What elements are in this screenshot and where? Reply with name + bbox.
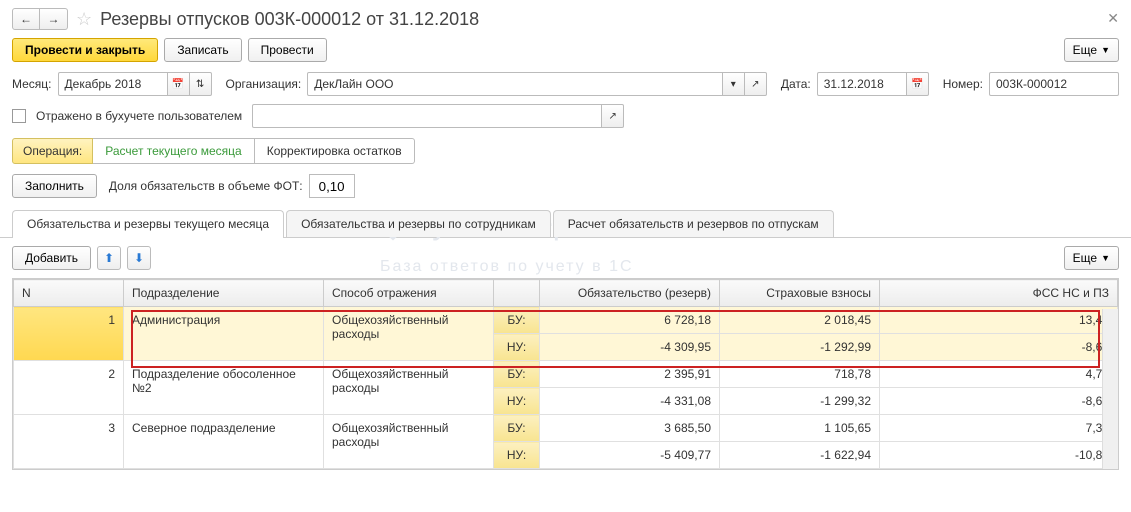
date-label: Дата: [781, 77, 811, 91]
number-field[interactable]: 003К-000012 [989, 72, 1119, 96]
date-field[interactable]: 31.12.2018 [817, 72, 907, 96]
fill-button[interactable]: Заполнить [12, 174, 97, 198]
open-icon[interactable]: ↗ [745, 72, 767, 96]
cell-dept: Северное подразделение [124, 415, 324, 469]
month-step-button[interactable]: ⇅ [190, 72, 212, 96]
cell-type-bu: БУ: [494, 307, 540, 334]
col-obligation[interactable]: Обязательство (резерв) [540, 280, 720, 307]
move-up-button[interactable]: ⬆ [97, 246, 121, 270]
month-label: Месяц: [12, 77, 52, 91]
favorite-icon[interactable]: ☆ [76, 9, 92, 30]
share-input[interactable] [309, 174, 355, 198]
cell-fss-bu: 4,79 [880, 361, 1118, 388]
calendar-icon[interactable]: 📅 [168, 72, 190, 96]
operation-label: Операция: [12, 138, 93, 164]
cell-obl-bu: 2 395,91 [540, 361, 720, 388]
calendar-icon[interactable]: 📅 [907, 72, 929, 96]
data-table: N Подразделение Способ отражения Обязате… [12, 278, 1119, 470]
cell-type-nu: НУ: [494, 388, 540, 415]
cell-fss-nu: -8,64 [880, 334, 1118, 361]
cell-dept: Подразделение обосоленное №2 [124, 361, 324, 415]
move-down-button[interactable]: ⬇ [127, 246, 151, 270]
cell-type-bu: БУ: [494, 361, 540, 388]
dropdown-icon[interactable]: ▾ [723, 72, 745, 96]
cell-n: 1 [14, 307, 124, 361]
cell-method: Общехозяйственный расходы [324, 307, 494, 361]
cell-obl-nu: -4 331,08 [540, 388, 720, 415]
month-field[interactable]: Декабрь 2018 [58, 72, 168, 96]
org-label: Организация: [226, 77, 302, 91]
number-label: Номер: [943, 77, 983, 91]
cell-con-nu: -1 622,94 [720, 442, 880, 469]
scrollbar[interactable] [1102, 309, 1118, 469]
cell-fss-bu: 13,46 [880, 307, 1118, 334]
cell-con-nu: -1 299,32 [720, 388, 880, 415]
cell-method: Общехозяйственный расходы [324, 415, 494, 469]
col-fss[interactable]: ФСС НС и ПЗ [880, 280, 1118, 307]
col-dept[interactable]: Подразделение [124, 280, 324, 307]
cell-n: 2 [14, 361, 124, 415]
tab-by-employees[interactable]: Обязательства и резервы по сотрудникам [286, 210, 551, 237]
organization-field[interactable]: ДекЛайн ООО [307, 72, 723, 96]
page-title: Резервы отпусков 003К-000012 от 31.12.20… [100, 9, 479, 30]
table-row[interactable]: 1 Администрация Общехозяйственный расход… [14, 307, 1118, 334]
cell-con-nu: -1 292,99 [720, 334, 880, 361]
cell-obl-bu: 6 728,18 [540, 307, 720, 334]
operation-tab-correction[interactable]: Корректировка остатков [255, 138, 415, 164]
col-n[interactable]: N [14, 280, 124, 307]
cell-n: 3 [14, 415, 124, 469]
cell-con-bu: 718,78 [720, 361, 880, 388]
cell-method: Общехозяйственный расходы [324, 361, 494, 415]
cell-obl-nu: -5 409,77 [540, 442, 720, 469]
cell-dept: Администрация [124, 307, 324, 361]
share-label: Доля обязательств в объеме ФОТ: [109, 179, 303, 193]
post-and-close-button[interactable]: Провести и закрыть [12, 38, 158, 62]
nav-forward-button[interactable]: → [40, 8, 68, 30]
cell-type-nu: НУ: [494, 442, 540, 469]
table-row[interactable]: 2 Подразделение обосоленное №2 Общехозяй… [14, 361, 1118, 388]
cell-fss-nu: -10,81 [880, 442, 1118, 469]
cell-fss-nu: -8,66 [880, 388, 1118, 415]
cell-type-bu: БУ: [494, 415, 540, 442]
cell-con-bu: 1 105,65 [720, 415, 880, 442]
cell-obl-bu: 3 685,50 [540, 415, 720, 442]
cell-fss-bu: 7,38 [880, 415, 1118, 442]
tab-calc-vacations[interactable]: Расчет обязательств и резервов по отпуск… [553, 210, 834, 237]
tab-current-month[interactable]: Обязательства и резервы текущего месяца [12, 210, 284, 237]
reflected-checkbox[interactable] [12, 109, 26, 123]
add-button[interactable]: Добавить [12, 246, 91, 270]
col-type[interactable] [494, 280, 540, 307]
cell-obl-nu: -4 309,95 [540, 334, 720, 361]
table-row[interactable]: 3 Северное подразделение Общехозяйственн… [14, 415, 1118, 442]
col-contributions[interactable]: Страховые взносы [720, 280, 880, 307]
post-button[interactable]: Провести [248, 38, 327, 62]
cell-type-nu: НУ: [494, 334, 540, 361]
table-more-button[interactable]: Еще▼ [1064, 246, 1119, 270]
reflected-label: Отражено в бухучете пользователем [36, 109, 242, 123]
toolbar-more-button[interactable]: Еще▼ [1064, 38, 1119, 62]
col-method[interactable]: Способ отражения [324, 280, 494, 307]
nav-back-button[interactable]: ← [12, 8, 40, 30]
write-button[interactable]: Записать [164, 38, 241, 62]
reflected-field[interactable] [252, 104, 602, 128]
open-icon[interactable]: ↗ [602, 104, 624, 128]
close-icon[interactable]: ✕ [1107, 10, 1119, 27]
operation-tab-current[interactable]: Расчет текущего месяца [93, 138, 254, 164]
cell-con-bu: 2 018,45 [720, 307, 880, 334]
